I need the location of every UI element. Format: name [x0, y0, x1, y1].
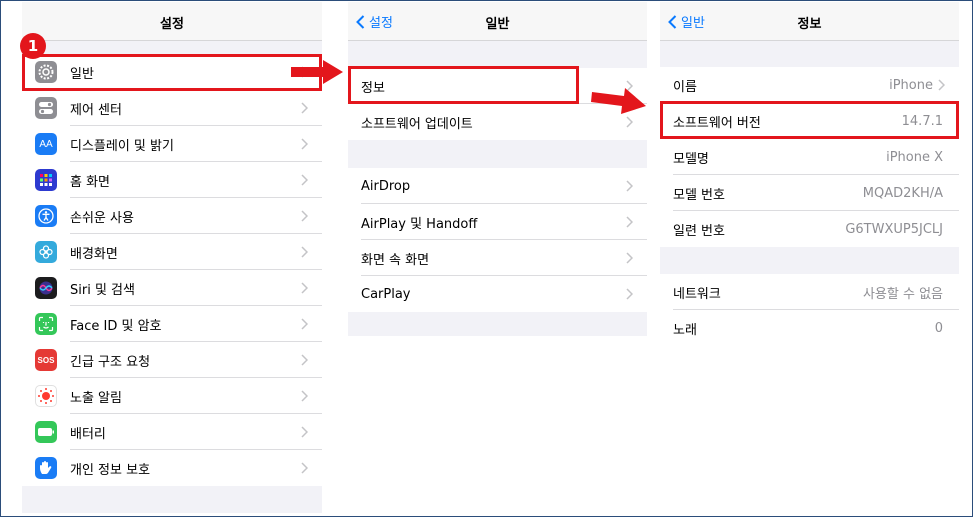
chevron-right-icon: [301, 246, 308, 258]
general-item-label: AirDrop: [361, 178, 411, 194]
about-spacer-top: [660, 41, 959, 67]
about-item-value: G6TWXUP5JCLJ: [845, 221, 943, 237]
general-item-airplay[interactable]: AirPlay 및 Handoff: [348, 204, 647, 240]
about-item-value: 사용할 수 없음: [862, 286, 943, 302]
wallpaper-flower-icon: [35, 241, 57, 263]
about-group-1: 이름 iPhone 소프트웨어 버전 14.7.1 모델명 iPhone X 모…: [660, 67, 959, 247]
general-nav-bar: 설정 일반: [348, 2, 647, 41]
general-item-pip[interactable]: 화면 속 화면: [348, 240, 647, 276]
general-item-airdrop[interactable]: AirDrop: [348, 168, 647, 204]
settings-item-label: Siri 및 검색: [70, 282, 135, 298]
chevron-right-icon: [301, 462, 308, 474]
settings-item-label: 홈 화면: [70, 174, 111, 190]
chevron-right-icon: [301, 426, 308, 438]
chevron-right-icon: [301, 354, 308, 366]
general-panel: 설정 일반 정보 소프트웨어 업데이트 AirDrop AirPlay 및 Ha…: [348, 2, 647, 336]
chevron-right-icon: [301, 318, 308, 330]
control-center-icon: [35, 97, 57, 119]
accessibility-icon: [35, 205, 57, 227]
settings-item-control-center[interactable]: 제어 센터: [22, 90, 322, 126]
about-item-model-number[interactable]: 모델 번호 MQAD2KH/A: [660, 175, 959, 211]
home-screen-icon: [35, 169, 57, 191]
about-item-label: 네트워크: [673, 286, 721, 302]
exposure-notification-icon: [35, 385, 57, 407]
settings-item-label: 제어 센터: [70, 102, 122, 118]
settings-item-accessibility[interactable]: 손쉬운 사용: [22, 198, 322, 234]
about-title: 정보: [797, 17, 822, 32]
chevron-right-icon: [301, 138, 308, 150]
settings-item-emergency-sos[interactable]: SOS 긴급 구조 요청: [22, 342, 322, 378]
settings-item-label: Face ID 및 암호: [70, 318, 162, 334]
about-spacer-mid: [660, 247, 959, 274]
display-aa-icon: AA: [35, 133, 57, 155]
general-item-label: 화면 속 화면: [361, 252, 430, 268]
about-item-serial-number: 일련 번호 G6TWXUP5JCLJ: [660, 211, 959, 247]
chevron-right-icon: [626, 288, 633, 300]
chevron-right-icon: [626, 180, 633, 192]
about-item-value: 0: [934, 320, 943, 336]
settings-nav-bar: 설정: [22, 2, 322, 41]
general-group-2: AirDrop AirPlay 및 Handoff 화면 속 화면 CarPla…: [348, 168, 647, 312]
settings-item-battery[interactable]: 배터리: [22, 414, 322, 450]
chevron-right-icon: [626, 252, 633, 264]
sos-icon-text: SOS: [37, 355, 55, 365]
settings-item-label: 배터리: [70, 426, 106, 442]
general-item-label: CarPlay: [361, 286, 411, 302]
highlight-general: [22, 54, 322, 91]
settings-item-label: 노출 알림: [70, 390, 122, 406]
about-item-network: 네트워크 사용할 수 없음: [660, 274, 959, 310]
privacy-hand-icon: [35, 457, 57, 479]
settings-list: 일반 제어 센터 AA 디스플레이 및 밝기 홈 화면 손쉬운 사용 배경화면 …: [22, 54, 322, 486]
settings-item-display[interactable]: AA 디스플레이 및 밝기: [22, 126, 322, 162]
settings-item-home-screen[interactable]: 홈 화면: [22, 162, 322, 198]
about-panel: 일반 정보 이름 iPhone 소프트웨어 버전 14.7.1 모델명 iPho…: [660, 2, 959, 344]
about-nav-bar: 일반 정보: [660, 2, 959, 41]
arrow-down-right-icon: [591, 88, 646, 114]
general-item-carplay[interactable]: CarPlay: [348, 276, 647, 312]
about-item-songs: 노래 0: [660, 310, 959, 344]
about-item-model-name: 모델명 iPhone X: [660, 139, 959, 175]
chevron-right-icon: [301, 282, 308, 294]
sos-icon: SOS: [35, 349, 57, 371]
settings-item-siri[interactable]: Siri 및 검색: [22, 270, 322, 306]
settings-item-label: 배경화면: [70, 246, 118, 262]
settings-title: 설정: [160, 17, 184, 32]
settings-item-label: 손쉬운 사용: [70, 210, 134, 226]
siri-icon: [35, 277, 57, 299]
about-item-value: iPhone X: [886, 149, 943, 165]
settings-item-label: 긴급 구조 요청: [70, 354, 151, 370]
settings-item-label: 디스플레이 및 밝기: [70, 138, 174, 154]
chevron-right-icon: [301, 390, 308, 402]
settings-item-exposure[interactable]: 노출 알림: [22, 378, 322, 414]
settings-item-privacy[interactable]: 개인 정보 보호: [22, 450, 322, 486]
general-item-label: AirPlay 및 Handoff: [361, 216, 478, 232]
chevron-right-icon: [938, 79, 945, 91]
chevron-right-icon: [301, 174, 308, 186]
about-item-label: 모델 번호: [673, 187, 725, 203]
about-item-value: MQAD2KH/A: [862, 185, 943, 201]
face-id-icon: [35, 313, 57, 335]
about-item-label: 모델명: [673, 151, 709, 167]
chevron-right-icon: [301, 102, 308, 114]
chevron-right-icon: [626, 216, 633, 228]
step-badge: 1: [20, 33, 46, 59]
highlight-about: [348, 66, 579, 104]
highlight-software-version: [660, 101, 959, 139]
arrow-right-icon: [291, 60, 343, 84]
about-item-label: 일련 번호: [673, 223, 725, 239]
display-aa-icon-text: AA: [39, 138, 53, 150]
chevron-right-icon: [301, 210, 308, 222]
settings-item-label: 개인 정보 보호: [70, 462, 151, 478]
about-item-name[interactable]: 이름 iPhone: [660, 67, 959, 103]
general-title: 일반: [485, 17, 510, 32]
settings-item-face-id[interactable]: Face ID 및 암호: [22, 306, 322, 342]
about-item-value: iPhone: [889, 77, 933, 93]
about-item-label: 이름: [673, 79, 697, 95]
battery-icon: [35, 421, 57, 443]
general-item-label: 소프트웨어 업데이트: [361, 116, 473, 132]
settings-item-wallpaper[interactable]: 배경화면: [22, 234, 322, 270]
chevron-right-icon: [626, 116, 633, 128]
about-group-2: 네트워크 사용할 수 없음 노래 0: [660, 274, 959, 344]
about-item-label: 노래: [673, 322, 697, 338]
